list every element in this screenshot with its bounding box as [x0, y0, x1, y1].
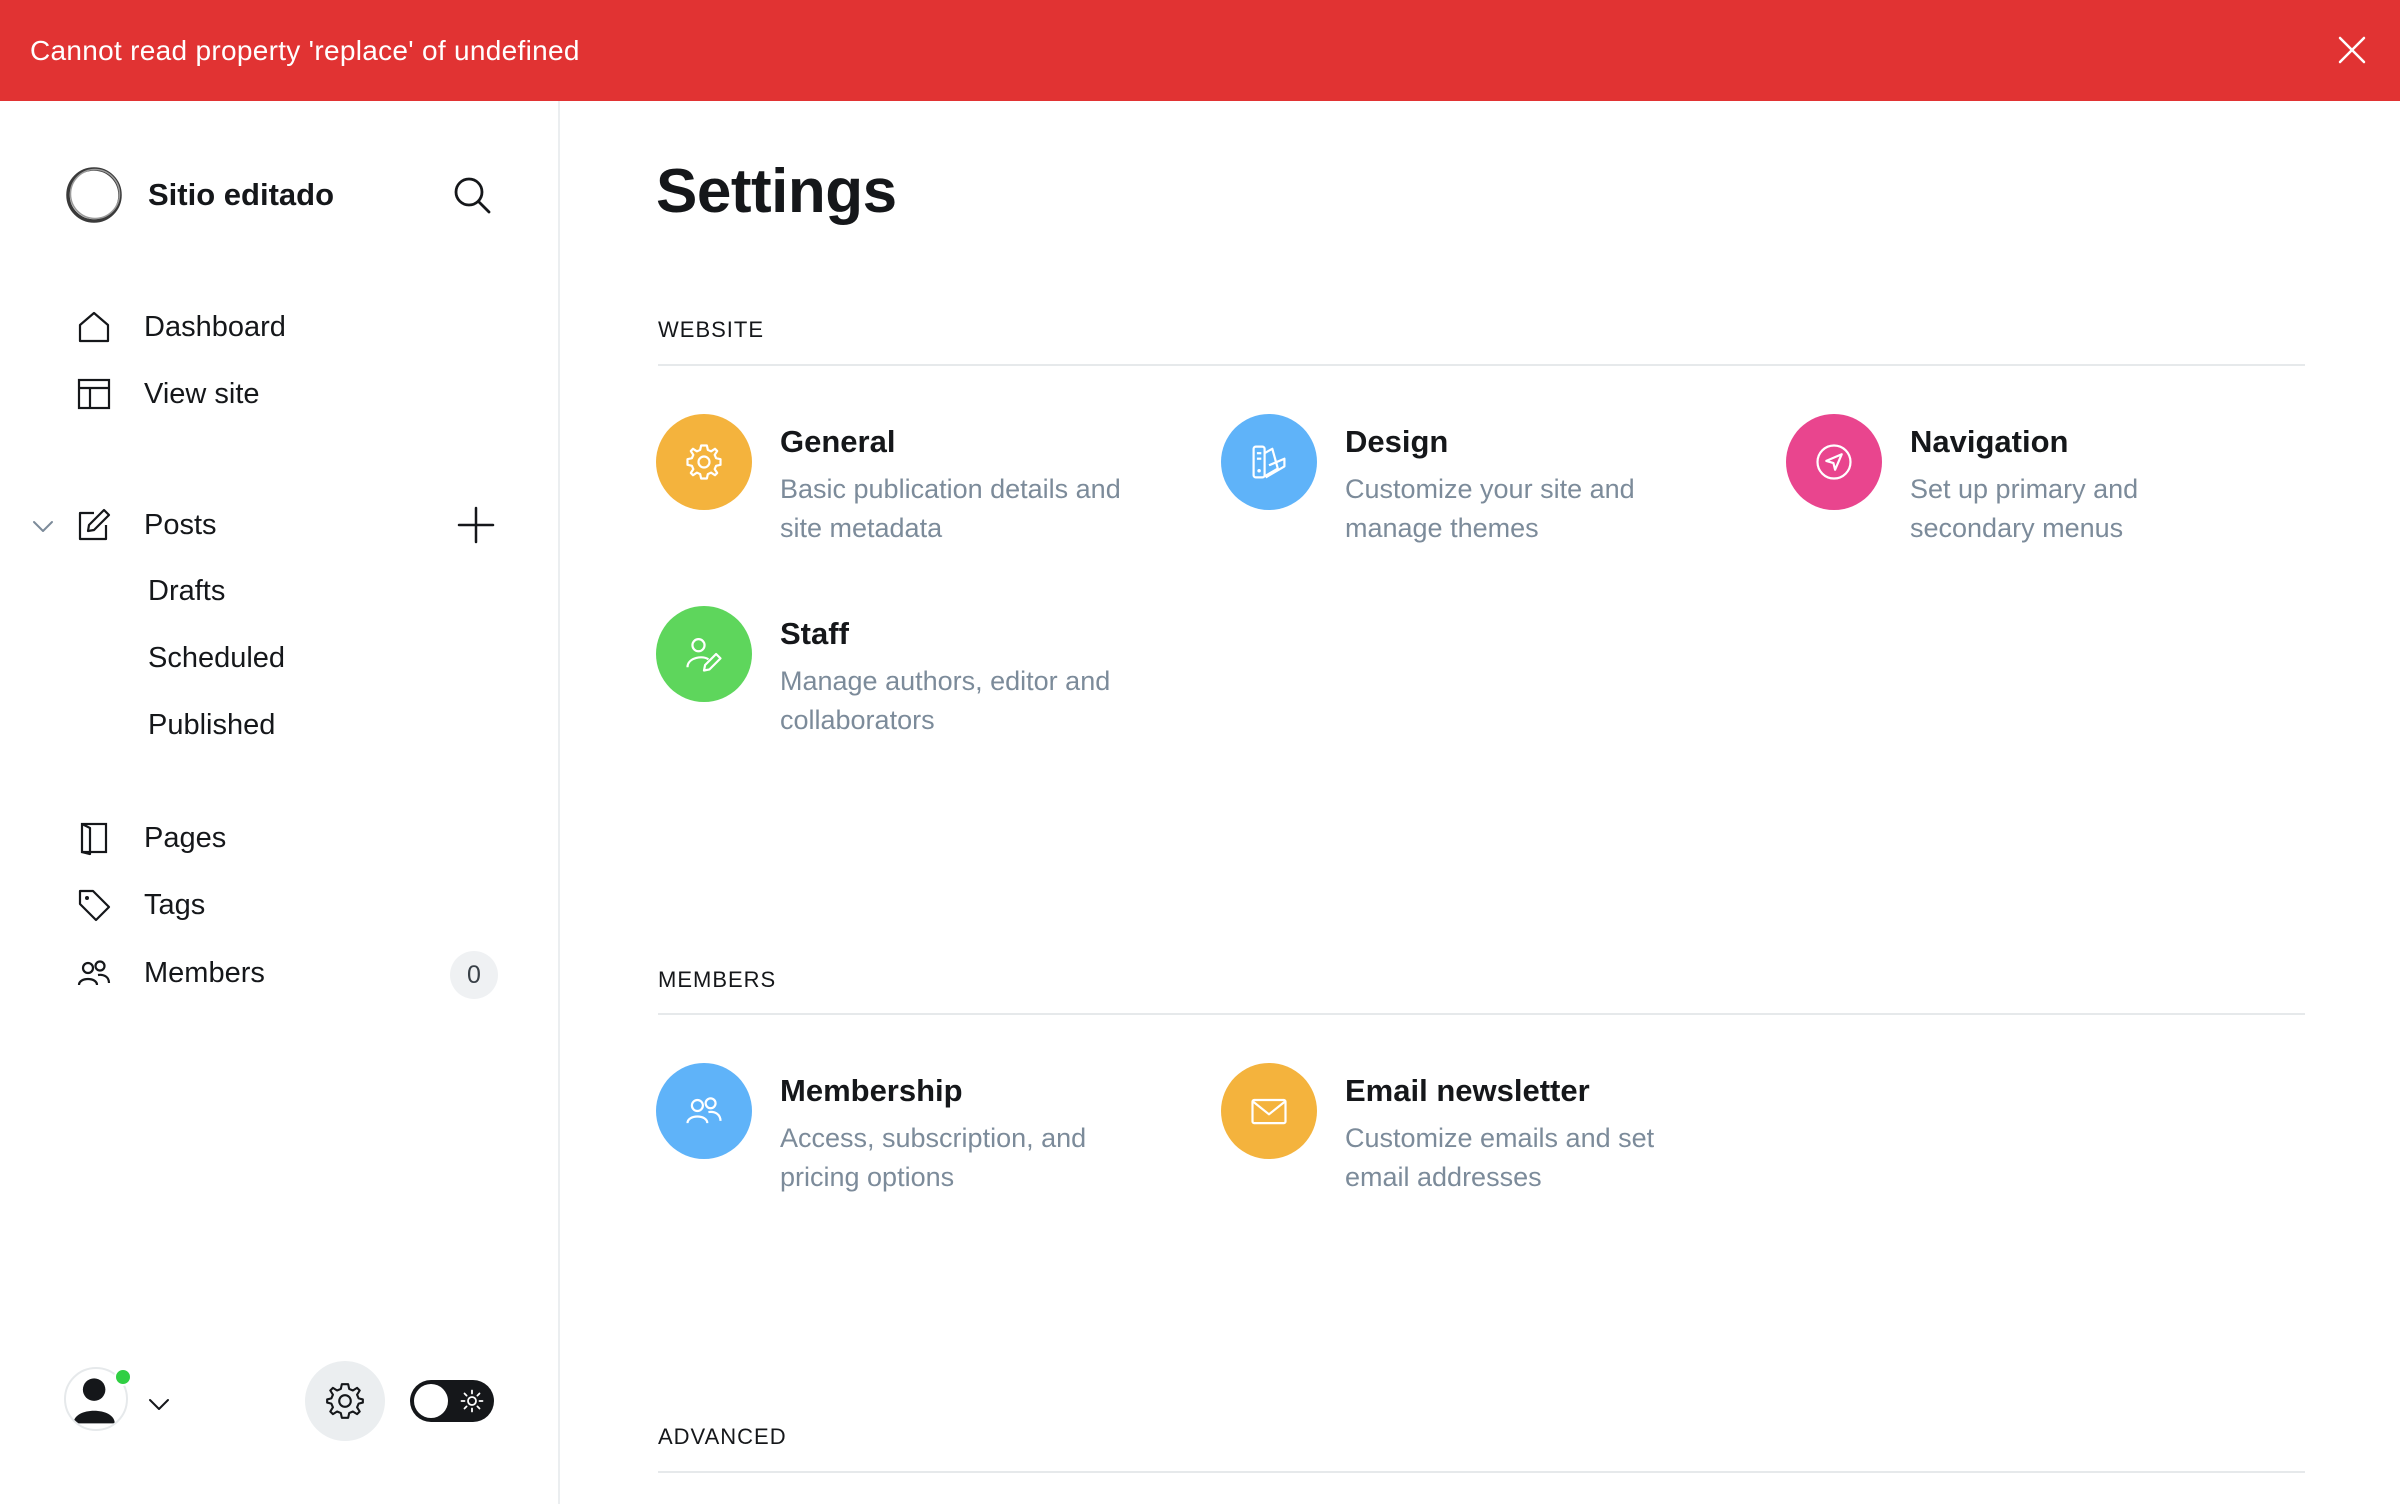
card-title: General — [780, 424, 896, 459]
nav-members[interactable]: Members — [76, 955, 265, 991]
section-divider — [658, 1471, 2305, 1473]
home-icon — [78, 311, 110, 343]
nav-view-site[interactable]: View site — [76, 376, 260, 412]
section-title-advanced: ADVANCED — [658, 1424, 787, 1449]
card-description: Set up primary and secondary menus — [1910, 470, 2330, 548]
nav-drafts[interactable]: Drafts — [148, 575, 225, 608]
card-title: Membership — [780, 1073, 963, 1108]
card-description: Customize emails and set email addresses — [1345, 1119, 1765, 1197]
online-status-dot — [114, 1368, 132, 1386]
gear-icon — [326, 1383, 364, 1419]
membership-card-body: Membership Access, subscription, and pri… — [780, 1063, 1200, 1197]
card-description: Customize your site and manage themes — [1345, 470, 1765, 548]
settings-card-membership[interactable]: Membership Access, subscription, and pri… — [656, 1063, 1200, 1197]
card-desc-line: Customize emails and set — [1345, 1123, 1655, 1153]
envelope-icon — [1251, 1098, 1287, 1125]
card-title: Staff — [780, 616, 849, 651]
gear-icon — [686, 444, 722, 480]
section-divider — [658, 1013, 2305, 1015]
nav-published[interactable]: Published — [148, 709, 275, 742]
settings-card-design[interactable]: Design Customize your site and manage th… — [1221, 414, 1765, 548]
card-desc-line: site metadata — [780, 513, 943, 543]
settings-card-general[interactable]: General Basic publication details and si… — [656, 414, 1200, 548]
palette-icon — [1252, 445, 1286, 479]
settings-button[interactable] — [305, 1361, 385, 1441]
members-count-badge: 0 — [450, 951, 498, 999]
close-icon[interactable] — [2334, 32, 2370, 68]
users-icon — [77, 960, 111, 986]
card-desc-line: collaborators — [780, 705, 935, 735]
plus-icon[interactable] — [456, 505, 496, 545]
email-icon-circle — [1221, 1063, 1317, 1159]
users-icon — [686, 1097, 722, 1124]
nav-pages-label: Pages — [144, 821, 227, 854]
card-desc-line: secondary menus — [1910, 513, 2124, 543]
card-title: Navigation — [1910, 424, 2069, 459]
general-icon-circle — [656, 414, 752, 510]
card-description: Manage authors, editor and collaborators — [780, 662, 1200, 740]
settings-card-navigation[interactable]: Navigation Set up primary and secondary … — [1786, 414, 2330, 548]
page-title: Settings — [656, 157, 897, 226]
card-desc-line: manage themes — [1345, 513, 1539, 543]
nav-tags-label: Tags — [144, 888, 206, 921]
staff-icon-circle — [656, 606, 752, 702]
staff-card-body: Staff Manage authors, editor and collabo… — [780, 606, 1200, 740]
site-brand[interactable]: Sitio editado — [64, 165, 334, 225]
nav-scheduled[interactable]: Scheduled — [148, 642, 285, 675]
general-card-body: General Basic publication details and si… — [780, 414, 1200, 548]
design-card-body: Design Customize your site and manage th… — [1345, 414, 1765, 548]
dark-mode-toggle[interactable] — [410, 1380, 494, 1422]
site-logo-icon — [66, 167, 122, 223]
sidebar: Sitio editado Dashboard View site Posts — [0, 101, 560, 1504]
card-desc-line: Access, subscription, and — [780, 1123, 1087, 1153]
error-alert: Cannot read property 'replace' of undefi… — [0, 0, 2400, 101]
card-desc-line: Set up primary and — [1910, 474, 2139, 504]
user-edit-icon — [686, 638, 722, 672]
edit-icon — [78, 508, 111, 541]
nav-view-site-label: View site — [144, 377, 260, 410]
card-title: Email newsletter — [1345, 1073, 1590, 1108]
navigation-icon-circle — [1786, 414, 1882, 510]
tag-icon — [78, 889, 111, 922]
layout-icon — [77, 378, 111, 410]
section-title-website: WEBSITE — [658, 317, 765, 342]
search-icon[interactable] — [450, 173, 494, 217]
members-count: 0 — [467, 960, 481, 989]
compass-icon — [1816, 444, 1852, 480]
site-name: Sitio editado — [148, 177, 334, 212]
card-desc-line: Manage authors, editor and — [780, 666, 1111, 696]
error-message: Cannot read property 'replace' of undefi… — [30, 34, 580, 66]
section-title-members: MEMBERS — [658, 967, 777, 992]
card-description: Basic publication details and site metad… — [780, 470, 1200, 548]
sun-icon — [460, 1389, 484, 1413]
email-newsletter-card-body: Email newsletter Customize emails and se… — [1345, 1063, 1765, 1197]
card-title: Design — [1345, 424, 1449, 459]
nav-tags[interactable]: Tags — [76, 887, 205, 923]
chevron-down-icon[interactable] — [30, 513, 56, 539]
nav-pages[interactable]: Pages — [76, 820, 226, 856]
page-icon — [80, 822, 108, 856]
settings-card-staff[interactable]: Staff Manage authors, editor and collabo… — [656, 606, 1200, 740]
chevron-down-icon[interactable] — [146, 1391, 172, 1417]
section-divider — [658, 364, 2305, 366]
navigation-card-body: Navigation Set up primary and secondary … — [1910, 414, 2330, 548]
design-icon-circle — [1221, 414, 1317, 510]
nav-dashboard[interactable]: Dashboard — [76, 309, 286, 345]
nav-posts[interactable]: Posts — [76, 507, 217, 543]
card-desc-line: email addresses — [1345, 1162, 1542, 1192]
nav-members-label: Members — [144, 956, 265, 989]
card-desc-line: Customize your site and — [1345, 474, 1635, 504]
card-description: Access, subscription, and pricing option… — [780, 1119, 1200, 1197]
nav-posts-label: Posts — [144, 508, 217, 541]
card-desc-line: Basic publication details and — [780, 474, 1121, 504]
nav-dashboard-label: Dashboard — [144, 310, 286, 343]
membership-icon-circle — [656, 1063, 752, 1159]
settings-card-email-newsletter[interactable]: Email newsletter Customize emails and se… — [1221, 1063, 1765, 1197]
card-desc-line: pricing options — [780, 1162, 955, 1192]
toggle-knob — [414, 1384, 448, 1418]
